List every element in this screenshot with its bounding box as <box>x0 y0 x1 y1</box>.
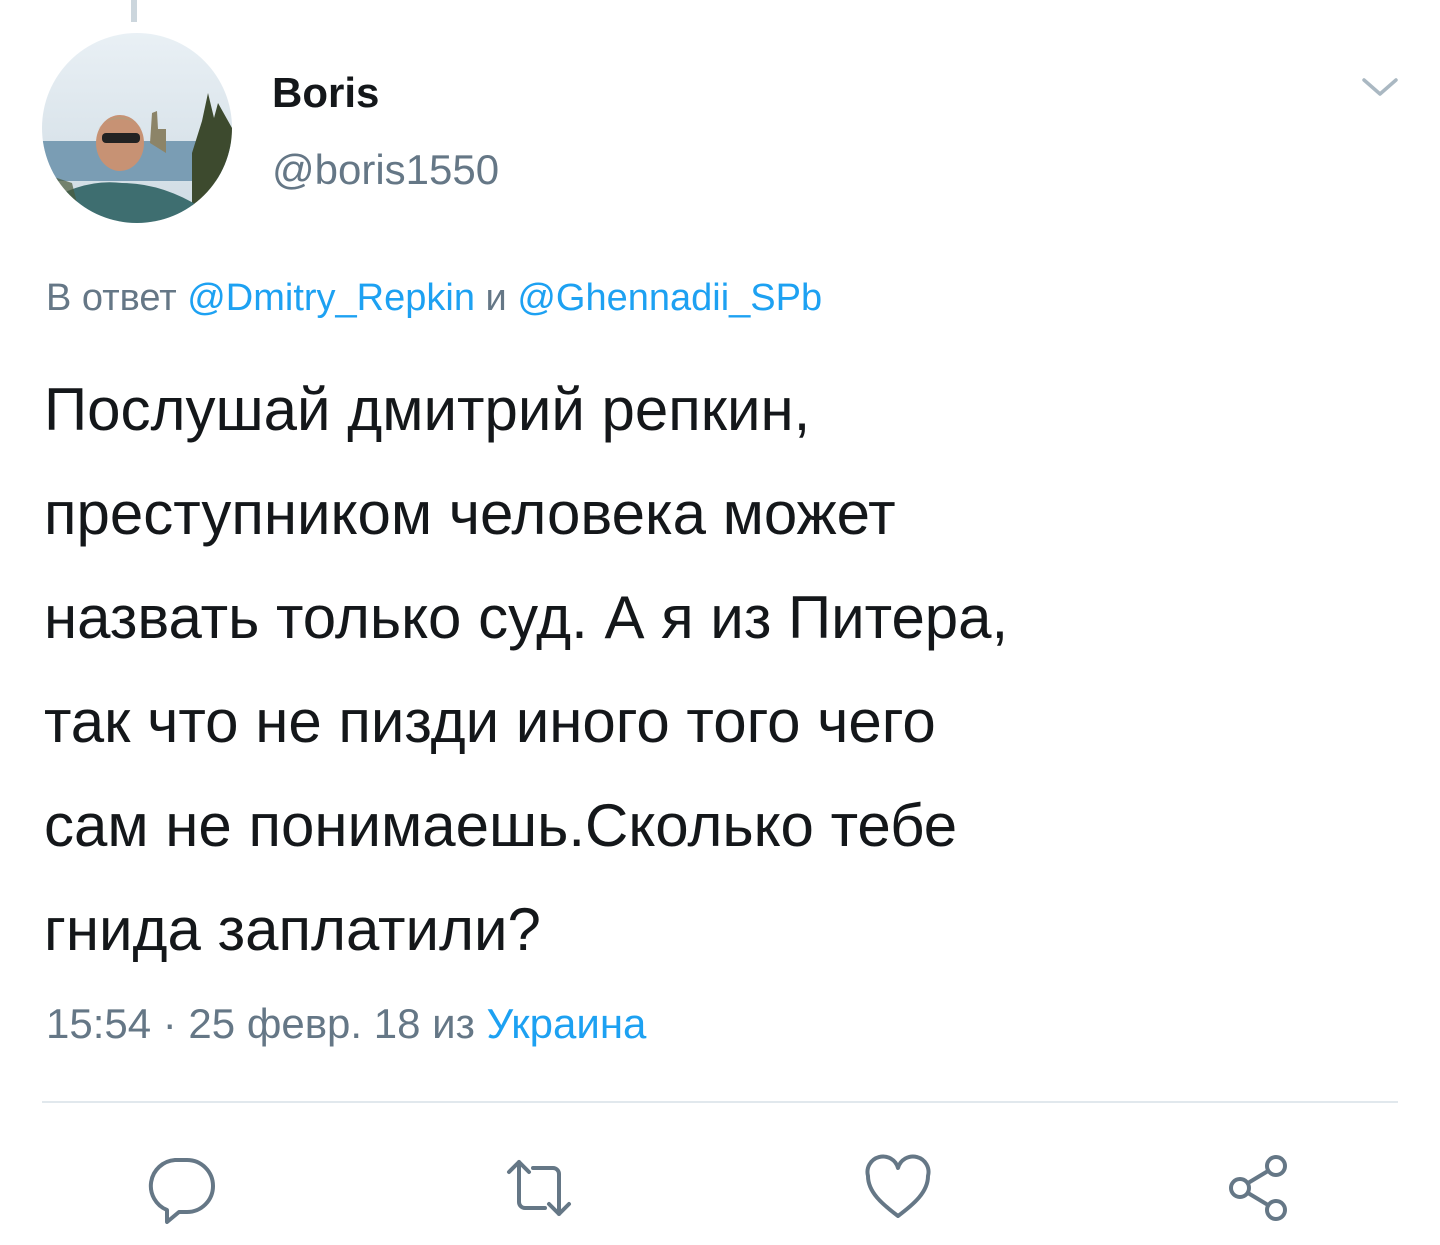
like-button[interactable] <box>862 1152 934 1224</box>
heart-icon <box>865 1154 931 1218</box>
tweet-meta: 15:54 · 25 февр. 18 из Украина <box>46 999 646 1049</box>
reply-conjunction: и <box>485 277 507 319</box>
reply-button[interactable] <box>145 1152 217 1224</box>
share-button[interactable] <box>1222 1152 1294 1224</box>
tweet-text-line: Послушай дмитрий репкин, <box>44 376 811 443</box>
tweet-text-line: назвать только суд. А я из Питера, <box>44 584 1009 651</box>
meta-from: из <box>432 1000 475 1047</box>
location-link[interactable]: Украина <box>487 1000 647 1047</box>
tweet-text-line: сам не понимаешь.Сколько тебе <box>44 792 958 859</box>
avatar[interactable] <box>42 33 232 223</box>
reply-prefix: В ответ <box>46 277 177 319</box>
user-handle[interactable]: @boris1550 <box>272 145 499 195</box>
thread-line <box>131 0 137 22</box>
divider <box>42 1101 1398 1103</box>
tweet-text: Послушай дмитрий репкин, преступником че… <box>44 358 1404 982</box>
avatar-image <box>42 33 232 223</box>
tweet-text-line: преступником человека может <box>44 480 896 547</box>
retweet-icon <box>507 1160 571 1216</box>
share-icon <box>1229 1155 1287 1221</box>
reply-user-link-1[interactable]: @Dmitry_Repkin <box>187 277 475 319</box>
retweet-button[interactable] <box>503 1152 575 1224</box>
tweet-text-line: гнида заплатили? <box>44 896 541 963</box>
timestamp[interactable]: 15:54 · 25 февр. 18 <box>46 1000 420 1047</box>
tweet-text-line: так что не пизди иного того чего <box>44 688 936 755</box>
display-name[interactable]: Boris <box>272 68 379 118</box>
reply-icon <box>148 1158 215 1224</box>
reply-context: В ответ @Dmitry_Repkin и @Ghennadii_SPb <box>46 274 822 322</box>
reply-user-link-2[interactable]: @Ghennadii_SPb <box>517 277 822 319</box>
chevron-down-icon[interactable] <box>1360 72 1400 102</box>
